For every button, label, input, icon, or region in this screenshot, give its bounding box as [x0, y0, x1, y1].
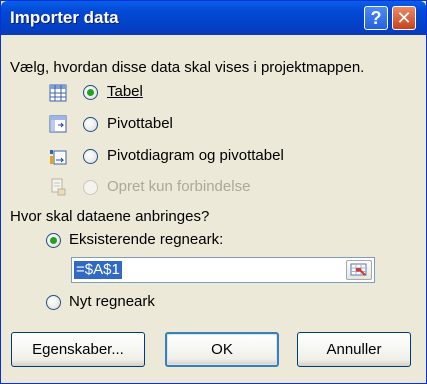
ok-button[interactable]: OK — [165, 332, 279, 367]
properties-button[interactable]: Egenskaber... — [11, 332, 145, 367]
close-button[interactable]: ✕ — [392, 6, 416, 30]
radio-new-sheet[interactable] — [46, 295, 61, 310]
radio-pivotdiagram[interactable] — [83, 149, 98, 164]
radio-pivottabel[interactable] — [83, 117, 98, 132]
radio-existing-sheet[interactable] — [46, 233, 61, 248]
cell-reference-value: =$A$1 — [74, 261, 122, 279]
help-button[interactable]: ? — [364, 6, 388, 30]
collapse-dialog-button[interactable] — [346, 260, 372, 280]
radio-tabel[interactable] — [83, 85, 98, 100]
option-opret-forbindelse-label: Opret kun forbindelse — [107, 178, 251, 195]
option-pivotdiagram-label[interactable]: Pivotdiagram og pivottabel — [107, 147, 284, 164]
existing-sheet-label[interactable]: Eksisterende regneark: — [69, 231, 223, 248]
import-data-dialog: Importer data ? ✕ Vælg, hvordan disse da… — [0, 0, 427, 384]
pivot-chart-icon — [50, 150, 67, 165]
close-icon: ✕ — [396, 8, 412, 28]
option-tabel-label[interactable]: Tabel — [107, 83, 143, 100]
location-prompt: Hvor skal dataene anbringes? — [10, 208, 210, 225]
cell-reference-input[interactable]: =$A$1 — [71, 257, 375, 283]
option-pivottabel-label[interactable]: Pivottabel — [107, 115, 173, 132]
title-bar[interactable]: Importer data ? ✕ — [1, 1, 426, 35]
cancel-button[interactable]: Annuller — [297, 332, 411, 367]
help-icon: ? — [370, 8, 382, 28]
dialog-title: Importer data — [10, 8, 119, 27]
pivot-table-icon — [49, 115, 67, 133]
new-sheet-label[interactable]: Nyt regneark — [69, 293, 155, 310]
connection-icon — [51, 178, 66, 196]
display-prompt: Vælg, hvordan disse data skal vises i pr… — [10, 59, 365, 76]
range-selector-icon — [350, 263, 367, 276]
radio-opret-forbindelse[interactable] — [83, 180, 98, 195]
table-icon — [49, 84, 67, 102]
